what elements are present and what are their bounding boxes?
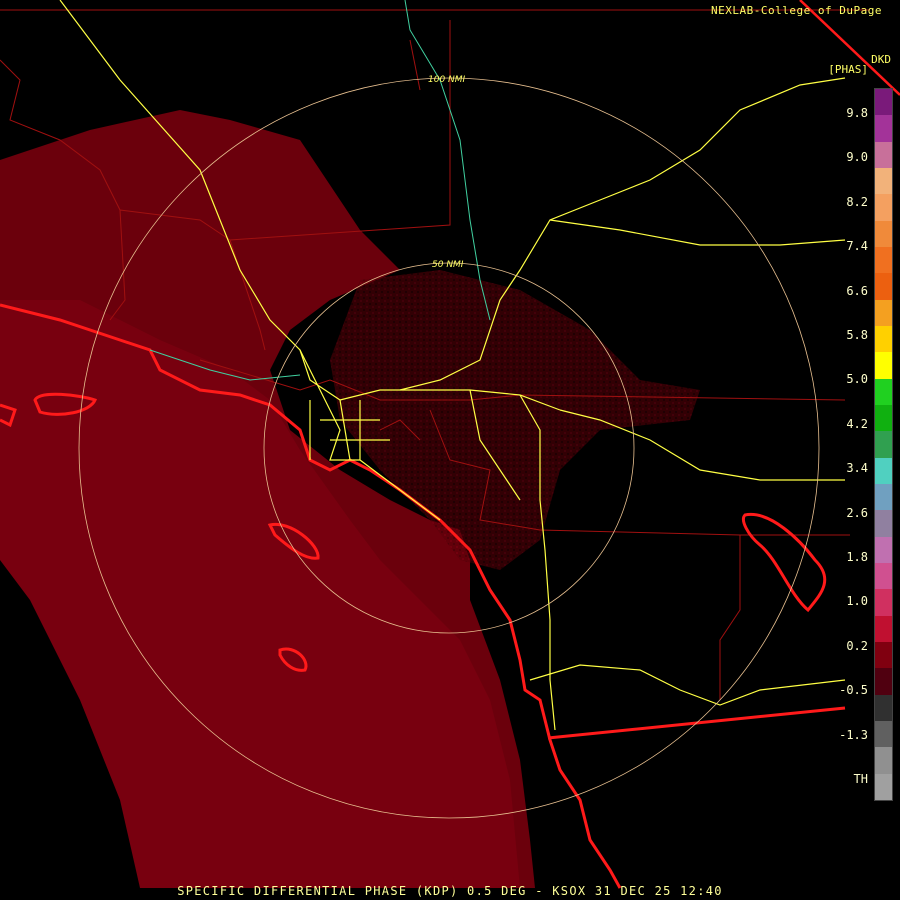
range-ring-label-100: 100 NMI [428, 75, 466, 85]
legend-label: 7.4 [846, 239, 868, 254]
legend-swatch [875, 273, 892, 300]
product-code: DKD [871, 53, 891, 66]
legend-swatch [875, 536, 892, 563]
legend-swatch [875, 378, 892, 405]
legend-label: -0.5 [839, 683, 868, 698]
legend-label: 2.6 [846, 505, 868, 520]
legend-swatch [875, 167, 892, 195]
legend-swatch [875, 141, 892, 168]
legend-label: 1.8 [846, 550, 868, 564]
range-ring-label-50: 50 NMI [432, 260, 464, 270]
legend-label: 9.8 [846, 106, 868, 120]
legend-swatch [875, 747, 892, 774]
legend-swatch [875, 483, 892, 511]
legend-swatch [875, 694, 892, 721]
legend-label: 6.6 [846, 283, 868, 298]
legend-swatch [875, 510, 892, 537]
legend-swatch [875, 562, 892, 590]
legend-label: 4.2 [846, 416, 868, 431]
legend-swatch [875, 220, 892, 247]
color-legend-bar [874, 88, 893, 801]
legend-swatch [875, 325, 892, 353]
legend-swatch [875, 352, 892, 379]
legend-label: 1.0 [846, 594, 868, 609]
legend-label: 8.2 [846, 194, 868, 209]
legend-swatch [875, 589, 892, 616]
legend-swatch [875, 194, 892, 221]
radar-map: 100 NMI 50 NMI [0, 0, 900, 889]
legend-label: 5.8 [846, 328, 868, 342]
legend-swatch [875, 720, 892, 748]
legend-swatch [875, 246, 892, 274]
legend-label: 9.0 [846, 150, 868, 165]
legend-label: 0.2 [846, 638, 868, 653]
legend-label: 5.0 [846, 372, 868, 387]
legend-swatch [875, 668, 892, 695]
product-caption: SPECIFIC DIFFERENTIAL PHASE (KDP) 0.5 DE… [177, 884, 723, 898]
credit-text: NEXLAB-College of DuPage [711, 4, 882, 17]
legend-label: 3.4 [846, 461, 868, 476]
legend-swatch [875, 615, 892, 642]
legend-swatch [875, 89, 892, 116]
legend-swatch [875, 457, 892, 484]
product-unit: [PHAS] [828, 63, 868, 76]
legend-swatch [875, 773, 892, 800]
legend-swatch [875, 115, 892, 142]
legend-swatch [875, 641, 892, 669]
legend-label: -1.3 [839, 727, 868, 742]
legend-swatch [875, 431, 892, 458]
legend-label: TH [853, 772, 868, 786]
legend-swatch [875, 299, 892, 326]
legend-swatch [875, 404, 892, 432]
